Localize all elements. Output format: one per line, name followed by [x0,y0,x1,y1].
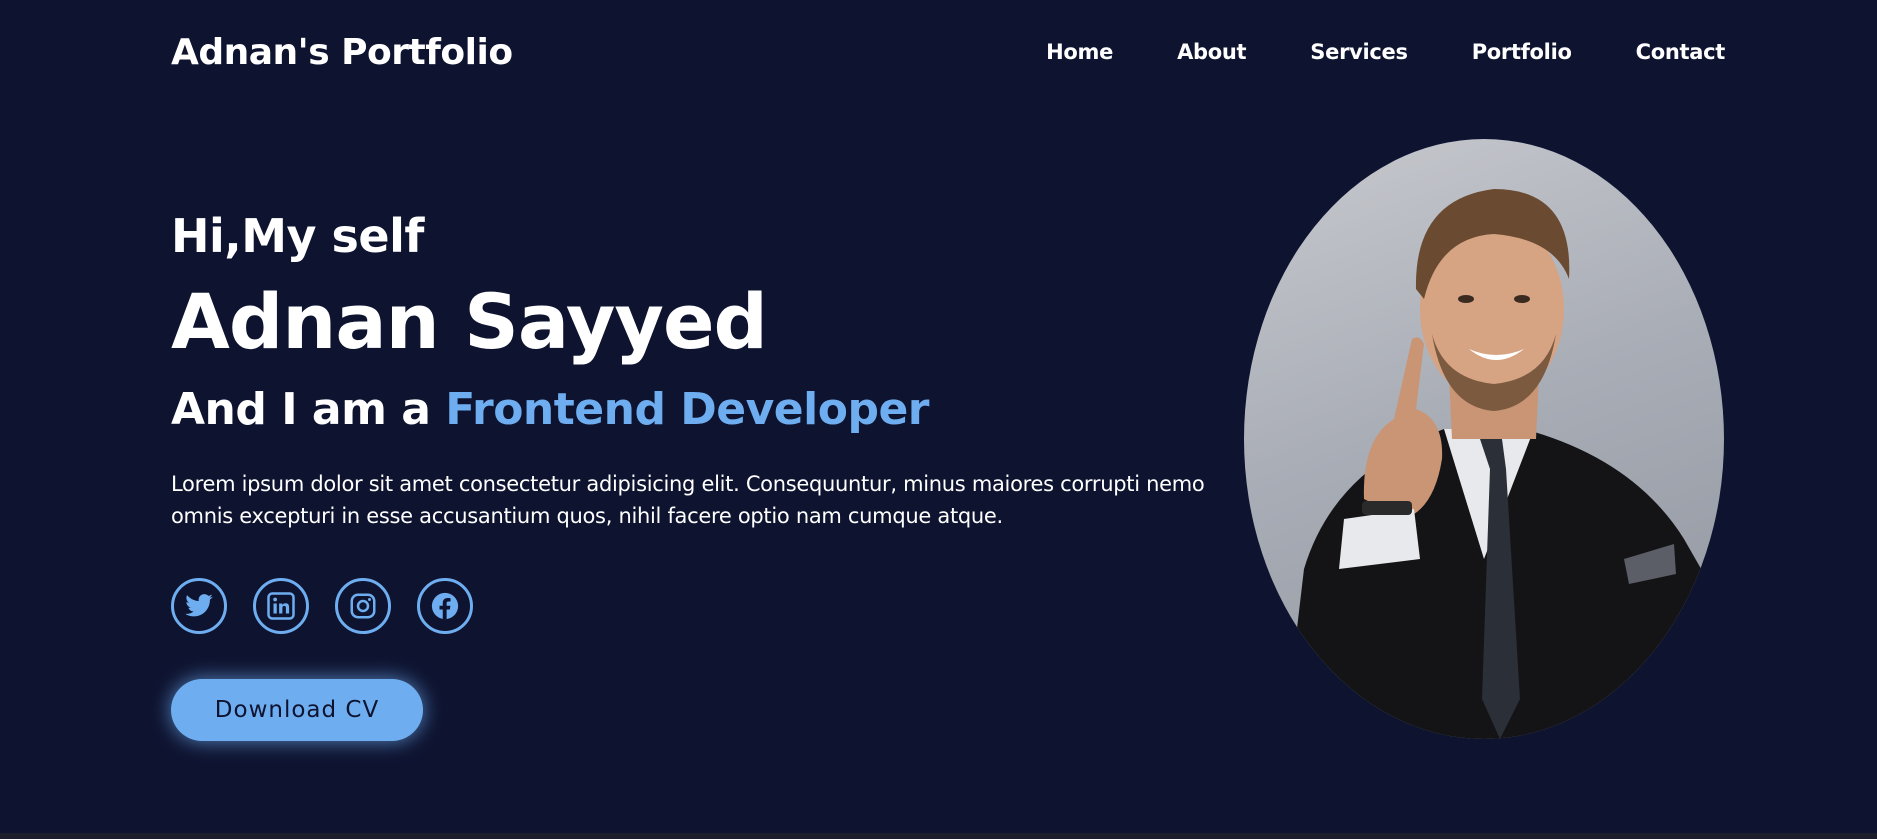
hero-role: And I am a Frontend Developer [171,372,1251,448]
linkedin-link[interactable] [253,578,309,634]
facebook-link[interactable] [417,578,473,634]
bottom-divider [0,833,1877,839]
main-nav: Home About Services Portfolio Contact [982,40,1725,64]
twitter-icon [185,594,213,617]
hero-role-highlight: Frontend Developer [445,384,929,435]
hero-text: Hi,My self Adnan Sayyed And I am a Front… [171,200,1251,741]
nav-about[interactable]: About [1177,40,1247,64]
instagram-link[interactable] [335,578,391,634]
nav-services[interactable]: Services [1310,40,1408,64]
site-logo[interactable]: Adnan's Portfolio [171,32,513,73]
facebook-icon [431,592,459,620]
twitter-link[interactable] [171,578,227,634]
linkedin-icon [267,592,295,620]
profile-photo [1244,139,1724,739]
nav-portfolio[interactable]: Portfolio [1472,40,1572,64]
social-links [171,578,1251,634]
hero-description: Lorem ipsum dolor sit amet consectetur a… [171,472,1205,528]
instagram-icon [350,593,376,619]
nav-home[interactable]: Home [1046,40,1113,64]
nav-contact[interactable]: Contact [1636,40,1726,64]
hero-role-prefix: And I am a [171,384,446,435]
hero-name: Adnan Sayyed [171,277,768,366]
hero-greeting: Hi,My self [171,209,424,263]
profile-portrait-illustration [1284,189,1724,739]
page: Adnan's Portfolio Home About Services Po… [0,0,1877,839]
site-header: Adnan's Portfolio Home About Services Po… [171,0,1725,104]
download-cv-button[interactable]: Download CV [171,679,423,741]
